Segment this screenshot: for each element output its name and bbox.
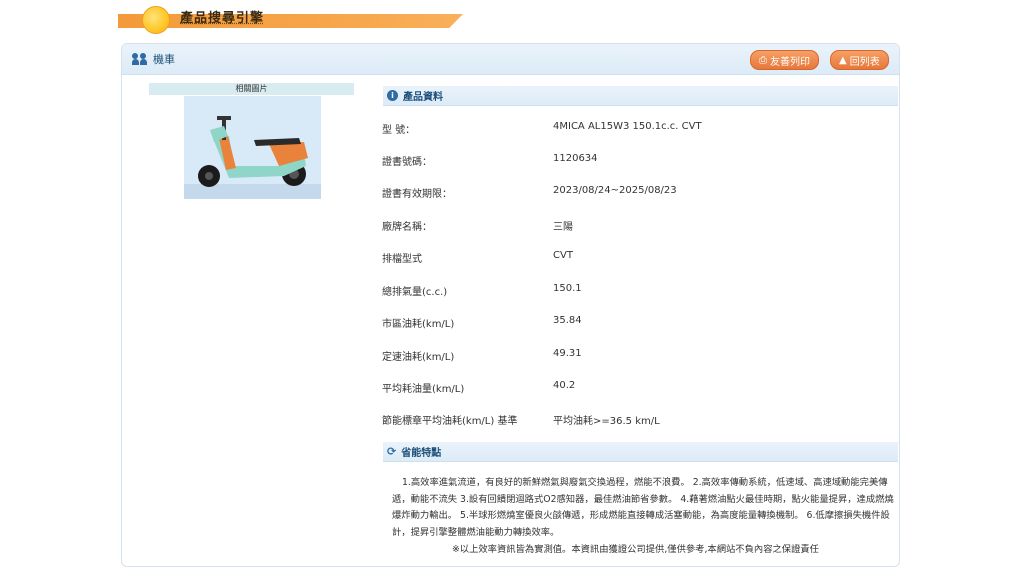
info-value: 1120634 xyxy=(553,153,598,164)
refresh-icon: ⟳ xyxy=(387,445,397,458)
product-photo[interactable] xyxy=(184,96,321,199)
info-key: 型 號： xyxy=(382,125,416,136)
eco-features-text: 1.高效率進氣流道，有良好的新鮮燃氣與廢氣交換過程，燃能不浪費。 2.高效率傳動… xyxy=(392,477,894,538)
printer-icon: ⎙ xyxy=(759,54,767,66)
image-label: 相關圖片 xyxy=(149,83,354,95)
info-value: 150.1 xyxy=(553,283,582,294)
banner-title: 產品搜尋引擎 xyxy=(180,11,265,26)
info-icon: i xyxy=(387,90,398,101)
info-value: CVT xyxy=(553,250,573,261)
info-key: 節能標章平均油耗(km/L) 基準 xyxy=(382,416,518,427)
info-value: 4MICA AL15W3 150.1c.c. CVT xyxy=(553,121,702,132)
eco-features-heading: ⟳ 省能特點 xyxy=(383,442,898,462)
info-value: 2023/08/24~2025/08/23 xyxy=(553,185,677,196)
eco-features-heading-label: 省能特點 xyxy=(401,448,442,459)
info-key: 證書號碼： xyxy=(382,157,432,168)
users-icon xyxy=(132,53,148,65)
info-key: 總排氣量(c.c.) xyxy=(382,287,448,298)
product-info-heading-label: 產品資料 xyxy=(403,92,443,103)
panel-title-label: 機車 xyxy=(153,53,175,66)
info-value: 平均油耗>=36.5 km/L xyxy=(553,416,660,427)
back-to-list-button[interactable]: ▲ 回列表 xyxy=(830,50,889,70)
sun-icon xyxy=(142,6,170,34)
product-panel: 機車 ⎙ 友善列印 ▲ 回列表 相關圖片 i 產品資料 型 號： 4MICA A… xyxy=(121,43,900,567)
back-button-label: 回列表 xyxy=(849,56,880,68)
info-key: 定速油耗(km/L) xyxy=(382,352,455,363)
panel-header: 機車 ⎙ 友善列印 ▲ 回列表 xyxy=(122,44,899,75)
panel-title: 機車 xyxy=(132,51,175,67)
info-value: 49.31 xyxy=(553,348,582,359)
product-info-heading: i 產品資料 xyxy=(383,86,898,106)
print-button-label: 友善列印 xyxy=(770,56,810,68)
info-key: 平均耗油量(km/L) xyxy=(382,384,465,395)
info-key: 市區油耗(km/L) xyxy=(382,319,455,330)
print-button[interactable]: ⎙ 友善列印 xyxy=(750,50,819,70)
info-value: 35.84 xyxy=(553,315,582,326)
page-banner: 產品搜尋引擎 xyxy=(118,4,463,34)
info-value: 三陽 xyxy=(553,222,573,233)
info-key: 排檔型式 xyxy=(382,254,422,265)
info-key: 廠牌名稱： xyxy=(382,222,432,233)
disclaimer-text: ※以上效率資訊皆為實測值。本資訊由獲證公司提供,僅供參考,本網站不負內容之保證責… xyxy=(452,544,819,555)
scooter-image xyxy=(184,96,321,199)
info-value: 40.2 xyxy=(553,380,576,391)
chevron-up-icon: ▲ xyxy=(839,54,847,66)
info-key: 證書有效期限： xyxy=(382,189,452,200)
